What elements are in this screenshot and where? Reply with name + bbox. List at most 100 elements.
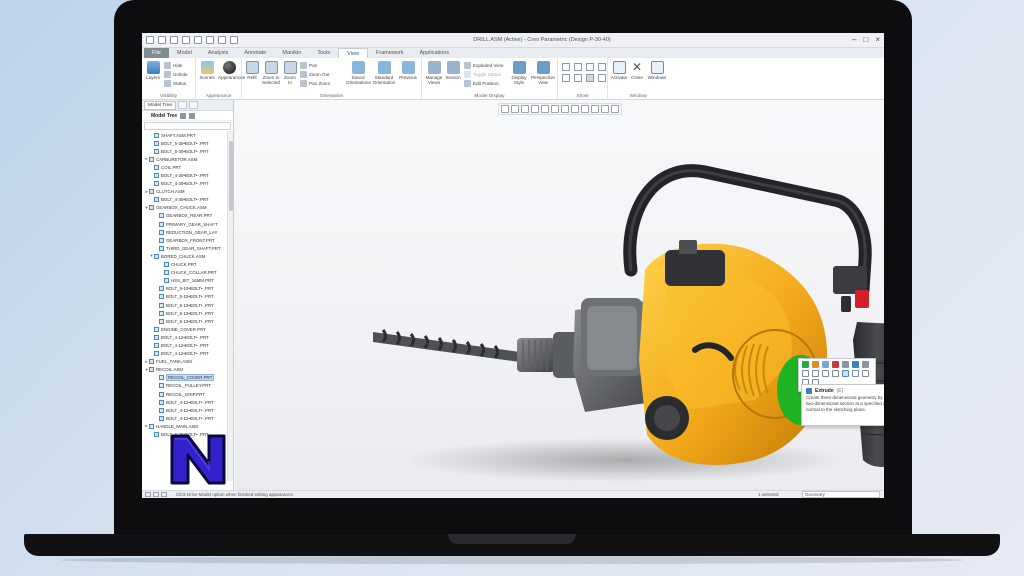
previous-button[interactable]: Previous bbox=[398, 61, 418, 80]
tab-view[interactable]: View bbox=[338, 48, 368, 58]
axis-icon[interactable] bbox=[812, 370, 819, 377]
scenes-button[interactable]: Scenes bbox=[198, 61, 216, 80]
tree-node[interactable]: ▸ FUEL_TANK.ASM bbox=[142, 358, 228, 366]
tree-node[interactable]: BOLT_5-10•BOLT• .PRT bbox=[142, 317, 228, 325]
pan-zoom-button[interactable]: Pan Zoom bbox=[300, 80, 330, 87]
tree-node[interactable]: GEARBOX_REAR.PRT bbox=[142, 212, 228, 220]
tree-node[interactable]: BOLT_4-12•BOLT• .PRT bbox=[142, 398, 228, 406]
tree-node[interactable]: ▸ CLUTCH.ASM bbox=[142, 188, 228, 196]
tree-node[interactable]: HSS_BIT_16MM.PRT bbox=[142, 277, 228, 285]
tab-manikin[interactable]: Manikin bbox=[274, 48, 309, 58]
open-icon[interactable] bbox=[158, 36, 166, 44]
tab-framework[interactable]: Framework bbox=[368, 48, 412, 58]
tree-node[interactable]: RECOIL_PULLEY.PRT bbox=[142, 382, 228, 390]
refit-button[interactable]: Refit bbox=[244, 61, 260, 80]
tree-node[interactable]: BOLT_4-30•BOLT• .PRT bbox=[142, 196, 228, 204]
plane-tag-icon[interactable] bbox=[574, 74, 582, 82]
tree-node[interactable]: BOLT_5-30•BOLT• .PRT bbox=[142, 139, 228, 147]
tree-node[interactable]: SHAFT.ASM.PRT bbox=[142, 131, 228, 139]
point-icon[interactable] bbox=[822, 370, 829, 377]
hole-icon[interactable] bbox=[852, 370, 859, 377]
section-button[interactable]: Section bbox=[445, 61, 461, 80]
csys-icon[interactable] bbox=[832, 370, 839, 377]
activate-button[interactable]: Activate bbox=[610, 61, 628, 80]
windows-button[interactable]: Windows bbox=[647, 61, 667, 80]
undo-icon[interactable] bbox=[182, 36, 190, 44]
zoom-to-selected-button[interactable]: Zoom to Selected bbox=[261, 61, 281, 85]
point-tag-icon[interactable] bbox=[598, 74, 606, 82]
appearance-icon[interactable] bbox=[832, 361, 839, 368]
revolve-icon[interactable] bbox=[812, 361, 819, 368]
save-icon[interactable] bbox=[170, 36, 178, 44]
tree-node[interactable]: ▸ CARBURETOR.ASM bbox=[142, 155, 228, 163]
zoom-in-button[interactable]: Zoom In bbox=[283, 61, 297, 85]
tree-node[interactable]: ▾ BORED_CHUCK.ASM bbox=[142, 252, 228, 260]
tab-file[interactable]: File bbox=[144, 48, 169, 58]
annotation-display-icon[interactable] bbox=[562, 74, 570, 82]
edit-position-button[interactable]: Edit Position bbox=[464, 80, 499, 87]
extrude-hover-icon[interactable] bbox=[842, 370, 849, 377]
exploded-view-button[interactable]: Exploded View bbox=[464, 62, 503, 69]
tree-node[interactable]: RECOIL_GRIP.PRT bbox=[142, 390, 228, 398]
tree-node[interactable]: THIRD_GEAR_SHAFT.PRT bbox=[142, 244, 228, 252]
tab-applications[interactable]: Applications bbox=[412, 48, 458, 58]
tree-search-input[interactable] bbox=[144, 122, 231, 130]
point-display-icon[interactable] bbox=[586, 63, 594, 71]
axis-display-icon[interactable] bbox=[574, 63, 582, 71]
tree-node[interactable]: CHUCK.PRT bbox=[142, 261, 228, 269]
tree-node[interactable]: BOLT_4-12•BOLT• .PRT bbox=[142, 350, 228, 358]
tree-node[interactable]: BOLT_5-10•BOLT• .PRT bbox=[142, 309, 228, 317]
close-button[interactable]: ✕ Close bbox=[630, 61, 644, 81]
standard-orientation-button[interactable]: Standard Orientation bbox=[372, 61, 396, 85]
sketch-icon[interactable] bbox=[822, 361, 829, 368]
tree-node[interactable]: BOLT_4-12•BOLT• .PRT bbox=[142, 333, 228, 341]
csys-display-icon[interactable] bbox=[598, 63, 606, 71]
pan-button[interactable]: Pan bbox=[300, 62, 317, 69]
perspective-view-button[interactable]: Perspective View bbox=[530, 61, 556, 85]
redo-icon[interactable] bbox=[194, 36, 202, 44]
round-icon[interactable] bbox=[862, 370, 869, 377]
selection-filter[interactable]: Geometry bbox=[802, 491, 880, 498]
drill-model[interactable] bbox=[235, 100, 884, 490]
tree-node[interactable]: ▾ GEARBOX_CHUCK.ASM bbox=[142, 204, 228, 212]
tab-model[interactable]: Model bbox=[169, 48, 200, 58]
tree-settings-icon[interactable] bbox=[180, 112, 187, 119]
close-icon[interactable]: × bbox=[875, 35, 880, 44]
tree-scrollbar[interactable] bbox=[227, 131, 233, 481]
more-icon[interactable] bbox=[862, 361, 869, 368]
tree-node[interactable]: BOLT_4-12•BOLT• .PRT bbox=[142, 406, 228, 414]
tree-node[interactable]: REDUCTION_GEAR_LAY bbox=[142, 228, 228, 236]
tree-node[interactable]: BOLT_5-30•BOLT• .PRT bbox=[142, 147, 228, 155]
extrude-icon[interactable] bbox=[802, 361, 809, 368]
tab-annotate[interactable]: Annotate bbox=[236, 48, 274, 58]
saved-orientations-button[interactable]: Saved Orientations bbox=[346, 61, 371, 85]
plane-icon[interactable] bbox=[802, 370, 809, 377]
layers-button[interactable]: Layers bbox=[145, 61, 161, 80]
manage-views-button[interactable]: Manage Views bbox=[424, 61, 444, 85]
tree-node[interactable]: BOLT_4-30•BOLT• .PRT bbox=[142, 171, 228, 179]
tree-node[interactable]: COIL.PRT bbox=[142, 163, 228, 171]
tree-node[interactable]: PRIMARY_GEAR_SHAFT bbox=[142, 220, 228, 228]
folder-browser-icon[interactable] bbox=[178, 101, 187, 109]
zoom-out-button[interactable]: Zoom Out bbox=[300, 71, 329, 78]
tree-node[interactable]: ▸ HANDLE_MAIN.ASM bbox=[142, 422, 228, 430]
tree-node[interactable]: RECOIL_COVER.PRT bbox=[142, 374, 228, 382]
tree-node[interactable]: BOLT_4-30•BOLT• .PRT bbox=[142, 180, 228, 188]
display-style-button[interactable]: Display Style bbox=[510, 61, 528, 85]
pattern-icon[interactable] bbox=[842, 361, 849, 368]
copy-icon[interactable] bbox=[852, 361, 859, 368]
spin-center-icon[interactable] bbox=[586, 74, 594, 82]
tree-node[interactable]: ▾ RECOIL.ASM bbox=[142, 366, 228, 374]
navigator-toggle-icon[interactable] bbox=[145, 492, 151, 497]
hide-button[interactable]: Hide bbox=[164, 62, 182, 69]
browser-toggle-icon[interactable] bbox=[153, 492, 159, 497]
tree-node[interactable]: BOLT_5-10•BOLT• .PRT bbox=[142, 293, 228, 301]
tree-node[interactable]: GEARBOX_FRONT.PRT bbox=[142, 236, 228, 244]
tab-model-tree[interactable]: Model Tree bbox=[144, 100, 176, 110]
tree-node[interactable]: BOLT_5-10•BOLT• .PRT bbox=[142, 301, 228, 309]
datum-display-icon[interactable] bbox=[562, 63, 570, 71]
windows-icon[interactable] bbox=[218, 36, 226, 44]
appearances-button[interactable]: Appearances bbox=[218, 61, 245, 80]
tree-node[interactable]: CHUCK_COLLAR.PRT bbox=[142, 269, 228, 277]
maximize-icon[interactable]: □ bbox=[863, 35, 868, 44]
